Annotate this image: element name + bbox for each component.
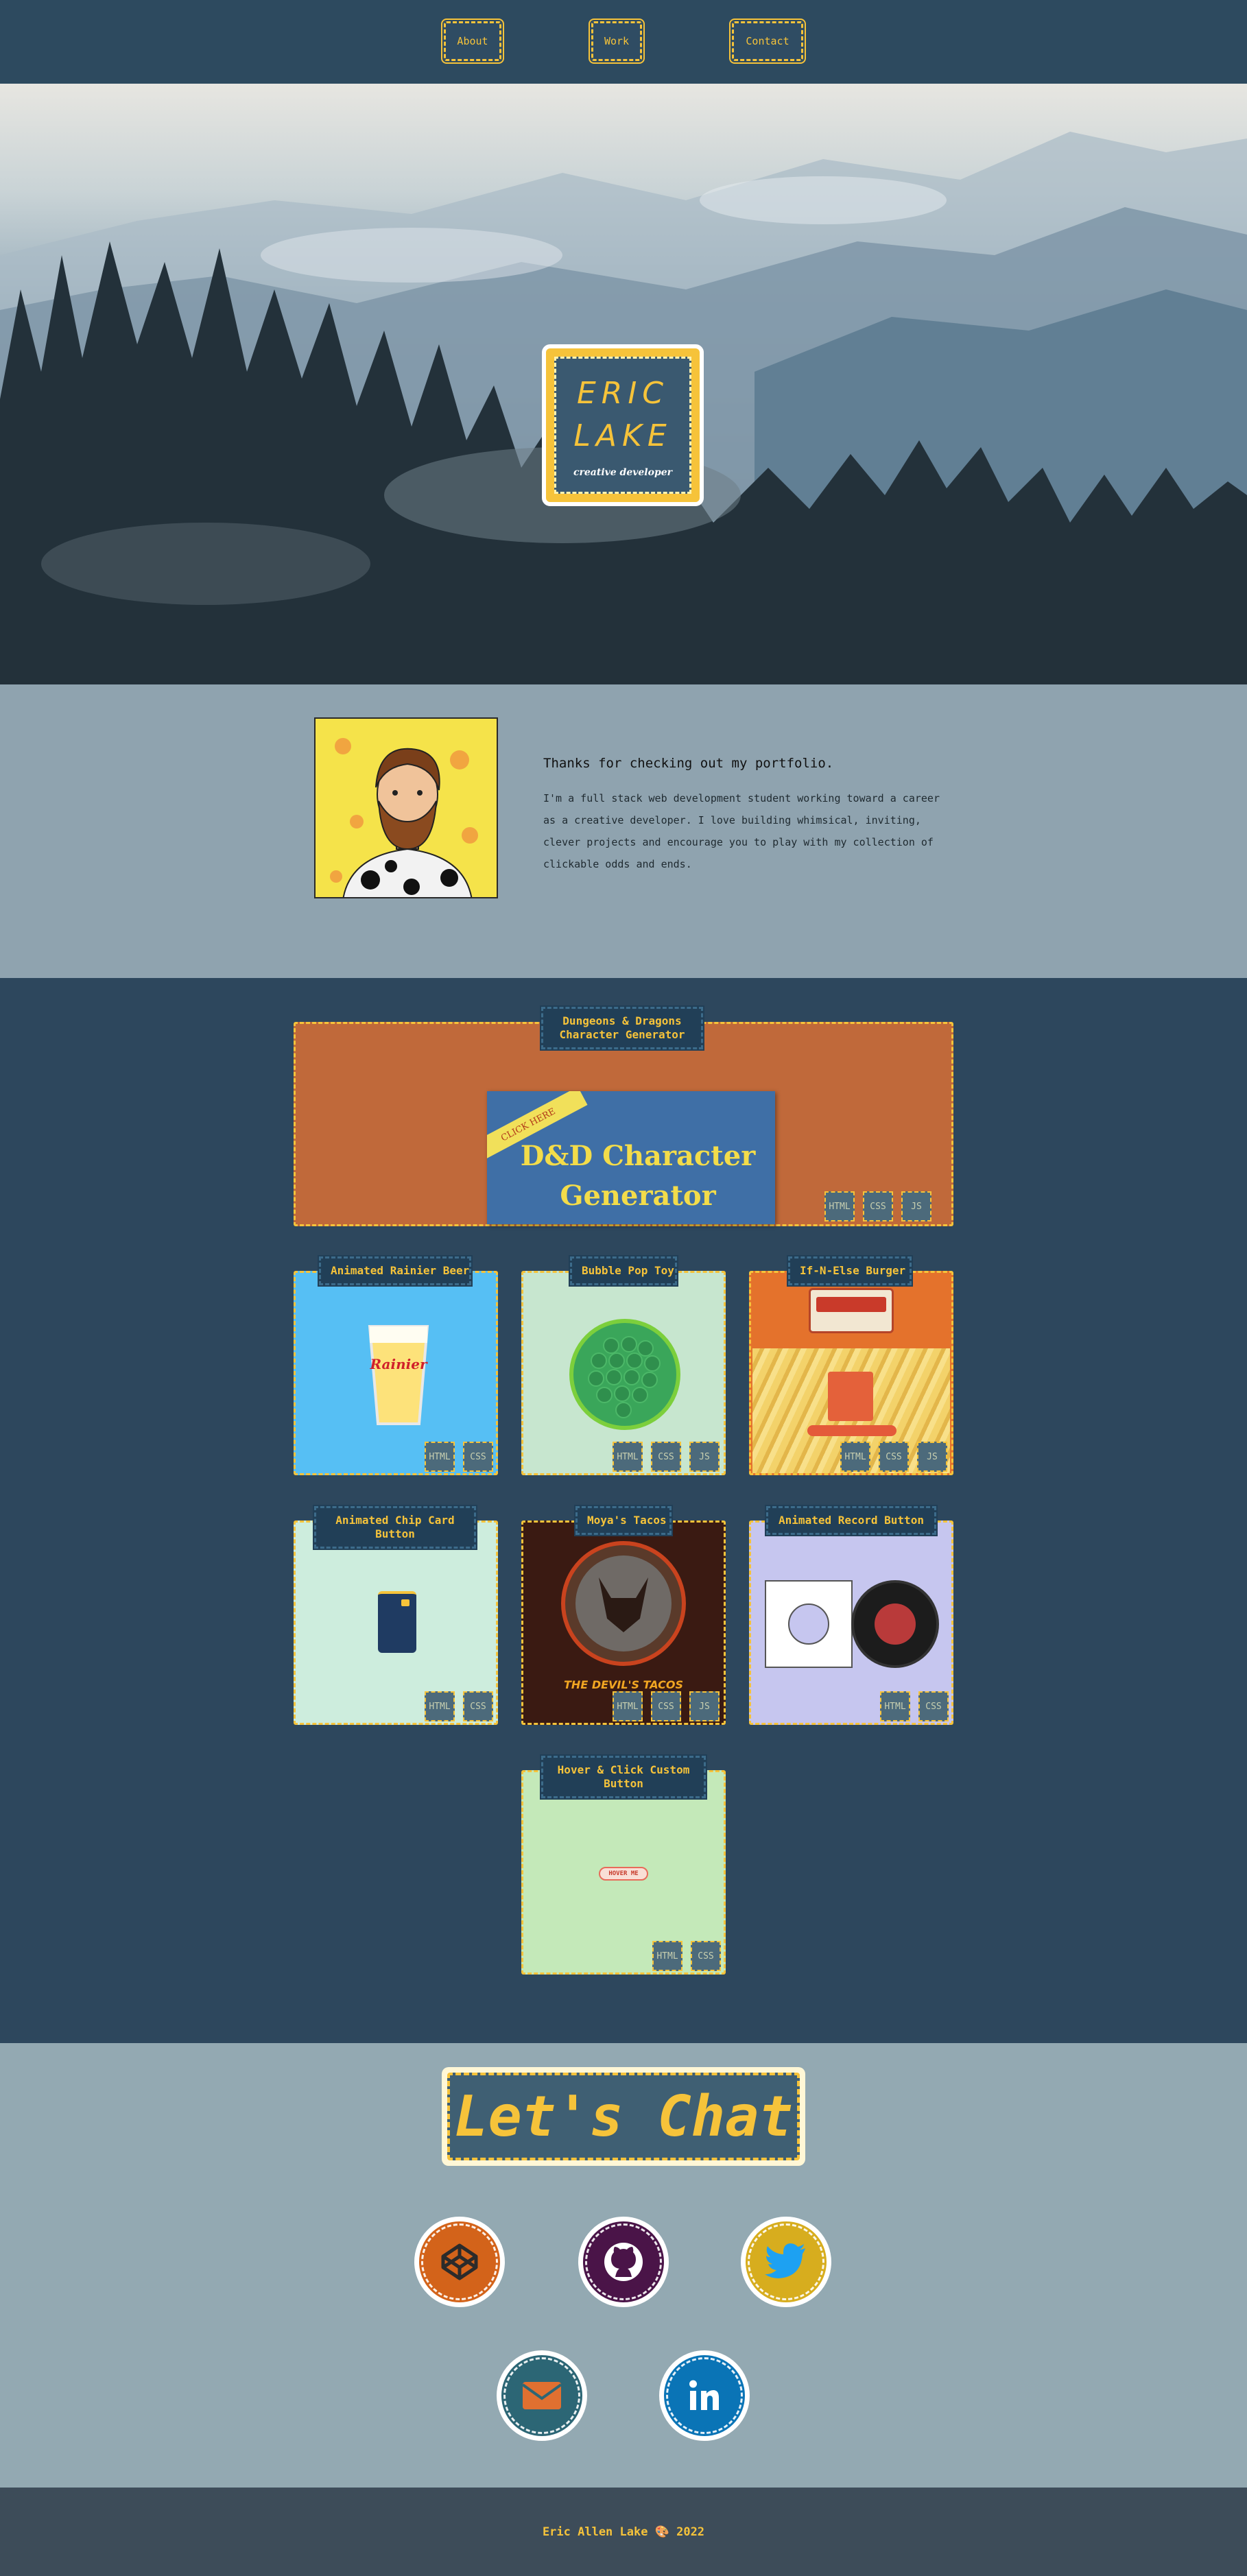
html-tag[interactable]: HTML — [425, 1442, 455, 1472]
js-tag[interactable]: JS — [901, 1191, 931, 1221]
project-label-chip-card: Animated Chip Card Button — [313, 1505, 477, 1550]
html-tag[interactable]: HTML — [824, 1191, 855, 1221]
nav-work-button[interactable]: Work — [590, 20, 643, 62]
project-card-dnd[interactable]: CLICK HERE D&D Character Generator HTML … — [294, 1022, 953, 1226]
tacos-preview-text: THE DEVIL'S TACOS — [564, 1678, 683, 1691]
project-label-tacos: Moya's Tacos — [574, 1505, 673, 1536]
logo-first-name: ERIC — [576, 376, 669, 411]
about-heading: Thanks for checking out my portfolio. — [543, 756, 834, 771]
portrait-avatar — [314, 717, 498, 898]
project-card-bubble-pop[interactable]: HTML CSS JS — [521, 1271, 726, 1475]
css-tag[interactable]: CSS — [879, 1442, 909, 1472]
twitter-link[interactable] — [741, 2217, 831, 2307]
project-label-bubble-pop: Bubble Pop Toy — [569, 1255, 678, 1287]
vinyl-record-icon — [851, 1580, 939, 1668]
html-tag[interactable]: HTML — [652, 1941, 682, 1971]
record-sleeve — [765, 1580, 853, 1668]
bubble-pop-toy-icon — [569, 1319, 680, 1430]
project-card-rainier[interactable]: Rainier HTML CSS — [294, 1271, 498, 1475]
footer-text: Eric Allen Lake 🎨 2022 — [542, 2525, 705, 2539]
js-tag[interactable]: JS — [689, 1691, 720, 1721]
project-card-tacos[interactable]: THE DEVIL'S TACOS HTML CSS JS — [521, 1520, 726, 1725]
project-label-burger: If-N-Else Burger — [787, 1255, 913, 1287]
html-tag[interactable]: HTML — [613, 1442, 643, 1472]
html-tag[interactable]: HTML — [840, 1442, 870, 1472]
js-tag[interactable]: JS — [689, 1442, 720, 1472]
project-card-record[interactable]: HTML CSS — [749, 1520, 953, 1725]
logo-last-name: LAKE — [573, 418, 672, 453]
lets-chat-banner: Let's Chat — [442, 2067, 805, 2166]
logo-tagline: creative developer — [573, 467, 673, 478]
projects-section: CLICK HERE D&D Character Generator HTML … — [0, 978, 1247, 2043]
html-tag[interactable]: HTML — [425, 1691, 455, 1721]
nav-contact-button[interactable]: Contact — [731, 20, 805, 62]
top-nav: About Work Contact — [0, 0, 1247, 84]
js-tag[interactable]: JS — [917, 1442, 947, 1472]
lets-chat-heading: Let's Chat — [447, 2073, 800, 2160]
email-link[interactable] — [497, 2350, 587, 2441]
html-tag[interactable]: HTML — [613, 1691, 643, 1721]
css-tag[interactable]: CSS — [863, 1191, 893, 1221]
css-tag[interactable]: CSS — [651, 1442, 681, 1472]
codepen-icon — [441, 2243, 478, 2280]
about-section: Thanks for checking out my portfolio. I'… — [0, 684, 1247, 978]
hover-me-button[interactable]: HOVER ME — [599, 1867, 648, 1881]
footer: Eric Allen Lake 🎨 2022 — [0, 2488, 1247, 2576]
rainier-logo-text: Rainier — [369, 1356, 428, 1372]
burger-logo — [809, 1288, 894, 1333]
logo-inner: ERIC LAKE creative developer — [554, 357, 691, 494]
project-card-chip-card[interactable]: HTML CSS — [294, 1520, 498, 1725]
dnd-preview-title: D&D Character Generator — [520, 1140, 756, 1212]
css-tag[interactable]: CSS — [651, 1691, 681, 1721]
linkedin-icon — [689, 2380, 719, 2410]
github-link[interactable] — [578, 2217, 669, 2307]
linkedin-link[interactable] — [659, 2350, 750, 2441]
email-icon — [521, 2382, 562, 2409]
css-tag[interactable]: CSS — [918, 1691, 949, 1721]
hero-section: ERIC LAKE creative developer — [0, 84, 1247, 684]
project-label-record: Animated Record Button — [765, 1505, 938, 1536]
contact-section: Let's Chat — [0, 2043, 1247, 2488]
project-card-burger[interactable]: HTML CSS JS — [749, 1271, 953, 1475]
project-label-rainier: Animated Rainier Beer — [318, 1255, 473, 1287]
codepen-link[interactable] — [414, 2217, 505, 2307]
github-icon — [604, 2243, 643, 2281]
css-tag[interactable]: CSS — [691, 1941, 721, 1971]
chip-card-icon — [378, 1591, 416, 1653]
css-tag[interactable]: CSS — [463, 1442, 493, 1472]
twitter-icon — [765, 2243, 805, 2278]
project-label-hover-button: Hover & Click Custom Button — [540, 1754, 707, 1800]
css-tag[interactable]: CSS — [463, 1691, 493, 1721]
site-logo[interactable]: ERIC LAKE creative developer — [542, 344, 704, 506]
about-body: I'm a full stack web development student… — [543, 792, 940, 870]
project-label-dnd: Dungeons & Dragons Character Generator — [540, 1005, 704, 1051]
project-card-hover-button[interactable]: HOVER ME HTML CSS — [521, 1770, 726, 1975]
nav-about-button[interactable]: About — [442, 20, 503, 62]
dnd-preview: CLICK HERE D&D Character Generator — [487, 1091, 775, 1224]
html-tag[interactable]: HTML — [880, 1691, 910, 1721]
beer-glass-icon: Rainier — [368, 1325, 429, 1425]
